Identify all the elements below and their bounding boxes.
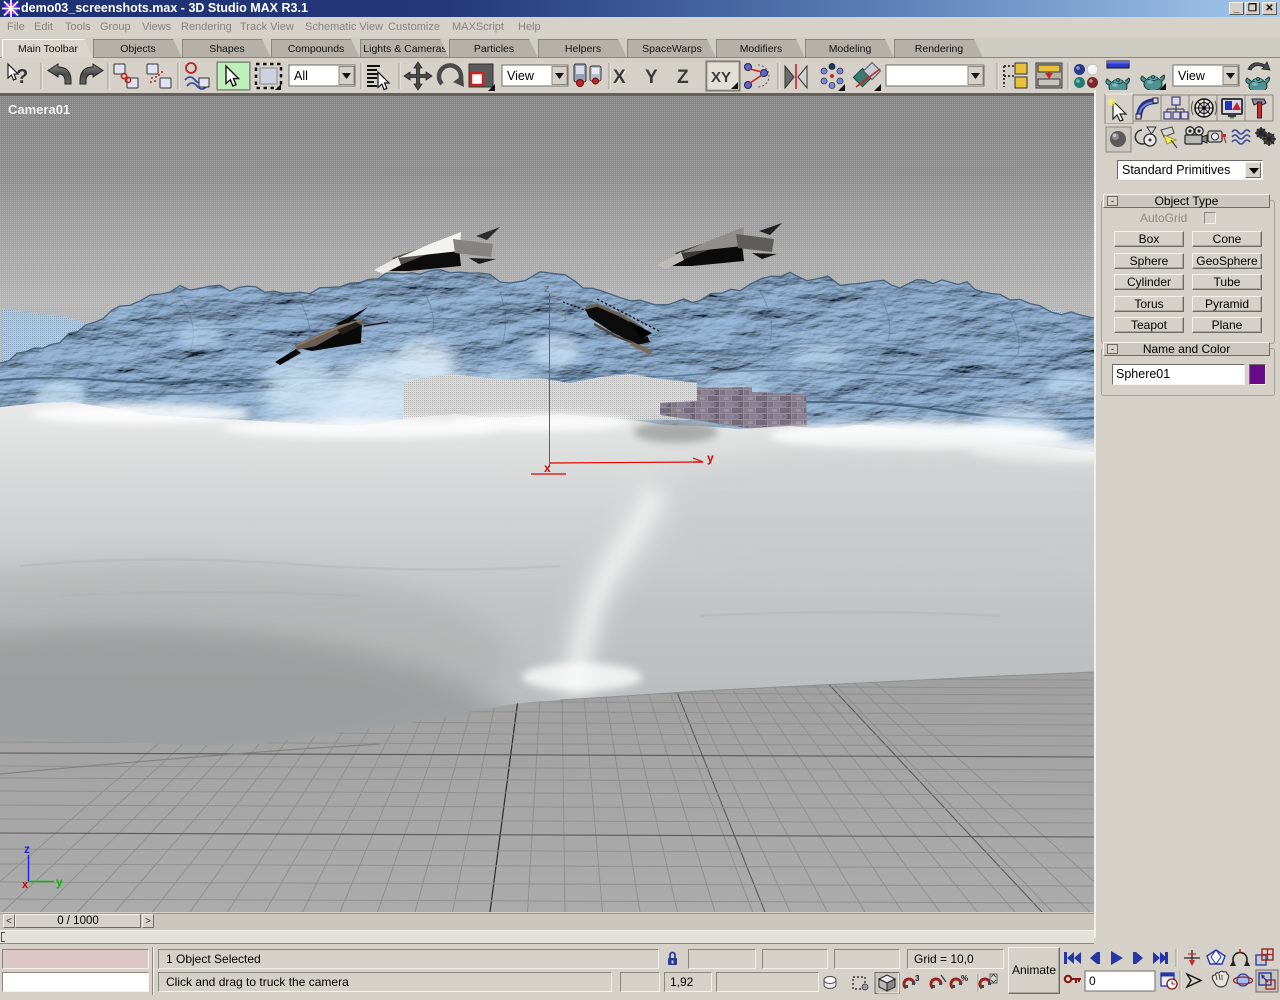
svg-text:Y: Y <box>645 67 658 88</box>
svg-text:0: 0 <box>1089 974 1096 988</box>
svg-text:y: y <box>707 451 714 465</box>
svg-text:3: 3 <box>915 974 920 983</box>
svg-text:z: z <box>24 842 30 856</box>
svg-text:View: View <box>1178 69 1206 83</box>
svg-text:X: X <box>613 67 626 88</box>
svg-text:All: All <box>294 69 308 83</box>
svg-text:x: x <box>22 879 29 891</box>
svg-text:Camera01: Camera01 <box>8 102 70 117</box>
svg-text:Z: Z <box>677 67 689 88</box>
svg-text:%: % <box>961 974 968 983</box>
svg-text:x: x <box>544 461 551 475</box>
svg-text:z: z <box>544 283 550 295</box>
svg-text:y: y <box>56 875 63 889</box>
svg-text:XY: XY <box>711 69 731 86</box>
svg-text:View: View <box>507 69 535 83</box>
svg-text:?: ? <box>16 66 28 88</box>
